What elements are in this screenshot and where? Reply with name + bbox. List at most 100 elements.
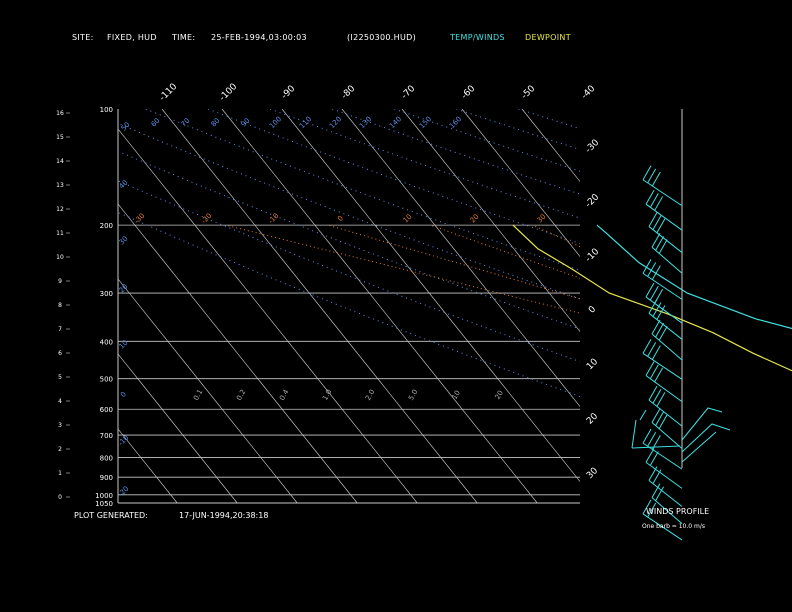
dry-adiabat-label: 100 [268, 115, 283, 130]
isotherm-line [0, 109, 57, 503]
dry-adiabat-line [581, 109, 792, 501]
dry-adiabat-label: 160 [448, 115, 463, 130]
height-km-tick-label: 13 [56, 182, 64, 189]
dry-adiabat-label-left: 40 [118, 179, 130, 191]
top-isotherm-label: -90 [280, 84, 298, 102]
isotherm-line [221, 109, 538, 503]
wind-barb [647, 342, 657, 357]
wind-barb-staff [645, 203, 683, 231]
skew-t-chart: 1002003004005006007008009001000105016151… [0, 82, 792, 541]
wind-barb-staff [651, 246, 683, 274]
moist-adiabat-label: 0 [336, 214, 345, 223]
isotherm-line [762, 109, 792, 503]
top-isotherm-label: -80 [340, 84, 358, 102]
isotherm-line [161, 109, 478, 503]
height-km-tick-label: 2 [58, 446, 62, 453]
barb-note: One barb = 10.0 m/s [642, 523, 705, 530]
dry-adiabat-label: 80 [210, 117, 222, 129]
dry-adiabat-label: 70 [180, 117, 192, 129]
wind-barb-staff [648, 399, 683, 427]
height-km-tick-label: 15 [56, 134, 64, 141]
plot-generated-label: PLOT GENERATED: [74, 511, 148, 520]
wind-barb [642, 165, 652, 181]
pressure-tick-label: 800 [100, 454, 113, 462]
pressure-tick-label: 900 [100, 474, 113, 482]
dry-adiabat-label-left: 10 [118, 339, 130, 351]
wind-barb-staff [645, 375, 683, 403]
isotherm-line [341, 109, 580, 408]
moist-adiabat-label: -10 [267, 212, 281, 226]
moist-adiabat-line [532, 224, 580, 248]
surface-wind-barb [681, 407, 731, 463]
height-km-tick-label: 8 [58, 302, 62, 309]
mixing-ratio-label: 10 [451, 389, 462, 401]
top-isotherm-label: -110 [158, 82, 180, 104]
wind-barb-staff [651, 333, 683, 361]
moist-adiabat-label: 20 [469, 213, 481, 225]
wind-barb [647, 168, 657, 184]
isotherm-line [118, 128, 418, 503]
dewpoint-trace [512, 224, 792, 372]
isotherm-line [118, 278, 298, 503]
pressure-tick-label: 1000 [95, 492, 113, 500]
dry-adiabat-label: 130 [358, 115, 373, 130]
mixing-ratio-label: 0.2 [235, 388, 247, 402]
height-km-tick-label: 7 [58, 326, 62, 333]
isotherm-line [281, 109, 580, 483]
height-km-tick-label: 3 [58, 422, 62, 429]
height-km-tick-label: 10 [56, 254, 64, 261]
dry-adiabat-line [118, 122, 580, 300]
moist-adiabat-line [225, 224, 580, 314]
dry-adiabat-label: 140 [388, 115, 403, 130]
plot-generated-value: 17-JUN-1994,20:38:18 [179, 511, 269, 520]
pressure-tick-label: 700 [100, 432, 113, 440]
wind-barb-staff [651, 422, 683, 449]
plot-area: 1002003004005006007008009001000105016151… [0, 82, 792, 508]
moist-adiabat-label: -30 [133, 212, 147, 226]
pressure-tick-label: 1050 [95, 500, 113, 508]
dry-adiabat-label: 150 [418, 115, 433, 130]
dry-adiabat-label: 110 [298, 115, 313, 130]
wind-barb [651, 345, 661, 360]
mixing-ratio-label: 0.4 [278, 388, 291, 402]
wind-barb [642, 339, 652, 354]
right-isotherm-label: -10 [584, 247, 602, 265]
dry-adiabat-line [332, 109, 580, 195]
pressure-tick-label: 300 [100, 290, 113, 298]
dry-adiabat-label: 90 [240, 117, 252, 129]
dry-adiabat-line [145, 109, 580, 271]
dry-adiabat-line [456, 109, 580, 150]
dry-adiabat-label: 120 [328, 115, 343, 130]
dry-adiabat-line [269, 109, 580, 219]
isotherm-line [582, 109, 792, 503]
mixing-ratio-line [720, 409, 792, 495]
moist-adiabat-label: -20 [200, 212, 214, 226]
winds-profile-title: WINDS PROFILE [646, 507, 710, 516]
right-isotherm-label: 0 [587, 304, 598, 315]
mixing-ratio-label: 20 [494, 389, 505, 401]
dry-adiabat-label-left: -20 [117, 485, 131, 499]
moist-adiabat-line [430, 224, 580, 279]
dry-adiabat-line [394, 109, 580, 172]
dry-adiabat-label: 60 [150, 117, 162, 129]
isotherm-line [118, 428, 178, 503]
height-km-tick-label: 0 [58, 494, 62, 501]
pressure-tick-label: 200 [100, 222, 113, 230]
dry-adiabat-label-left: -10 [117, 434, 131, 448]
isotherm-line [118, 203, 358, 503]
height-km-tick-label: 16 [56, 110, 64, 117]
right-isotherm-label: 10 [585, 357, 600, 372]
dry-adiabat-label: 50 [120, 121, 132, 133]
wind-barb [647, 431, 657, 447]
wind-barb-staff [642, 179, 683, 207]
moist-adiabat-label: 10 [402, 213, 414, 225]
pressure-tick-label: 400 [100, 338, 113, 346]
wind-barb-staff [642, 352, 683, 380]
pressure-tick-label: 500 [100, 376, 113, 384]
isotherm-line [521, 109, 580, 183]
wind-barb [651, 265, 661, 280]
height-km-tick-label: 9 [58, 278, 62, 285]
wind-barb [651, 171, 661, 187]
temperature-trace [596, 224, 792, 330]
right-isotherm-label: -30 [584, 138, 602, 156]
